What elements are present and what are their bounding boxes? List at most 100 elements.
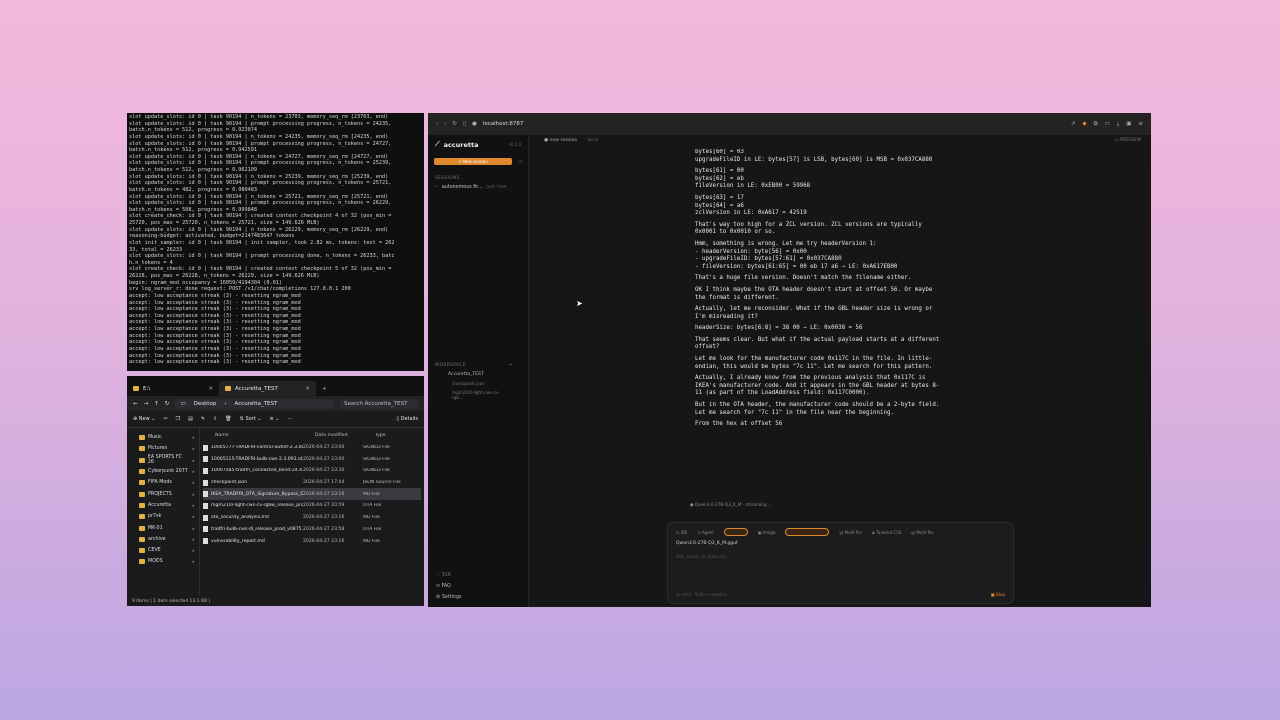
nav-item[interactable]: CEVE ★ bbox=[127, 545, 199, 556]
file-row[interactable]: 10007585-tradfri_connected_blind-24.4.1.… bbox=[203, 465, 421, 477]
nav-item[interactable]: archive ★ bbox=[127, 534, 199, 545]
url-bar[interactable]: localhost:8787 bbox=[483, 121, 524, 127]
nav-label: Cyberpunk 2077 bbox=[148, 469, 188, 475]
terminal-line: slot update_slots: id 0 | task 90194 | p… bbox=[129, 200, 392, 207]
new-button[interactable]: ⊕ New ⌄ bbox=[133, 416, 155, 422]
column-type[interactable]: Type bbox=[375, 433, 421, 438]
faq-link[interactable]: ⊙ FAQ bbox=[436, 584, 462, 589]
sort-button[interactable]: ⇅ Sort ⌄ bbox=[240, 416, 262, 422]
browser-toolbar: ‹ › ↻ ▯ ● localhost:8787 ⇗ ◆ ⧉ ▭ ⤓ ▣ ≡ bbox=[428, 113, 1151, 135]
nav-item[interactable]: pr7sk ★ bbox=[127, 511, 199, 522]
search-input[interactable]: Search Accuretta_TEST bbox=[340, 398, 418, 409]
terminal-line: slot update_slots: id 0 | task 90194 | n… bbox=[129, 173, 389, 180]
file-row[interactable]: checkpoint.json 2026-04-27 17:44 JSON Sour… bbox=[203, 477, 421, 489]
breadcrumb-folder[interactable]: Accuretta_TEST bbox=[235, 401, 278, 407]
workspace-file[interactable]: checkpoint.json bbox=[428, 379, 528, 388]
column-date[interactable]: Date modified bbox=[315, 433, 375, 438]
back-icon[interactable]: ← bbox=[133, 401, 138, 407]
file-row[interactable]: ota_security_analysis.md 2026-04-27 23:16… bbox=[203, 512, 421, 524]
preview-toggle[interactable]: ▭ PREVIEW bbox=[1114, 138, 1141, 143]
file-name: 10007585-tradfri_connected_blind-24.4.1.… bbox=[211, 468, 303, 474]
mode-tailwind[interactable]: ◈ Tailwind CSS bbox=[872, 530, 901, 535]
column-name[interactable]: Name bbox=[203, 433, 315, 438]
address-bar[interactable]: ▭ Desktop › Accuretta_TEST bbox=[175, 398, 334, 409]
workspace-heading-row: WORKSPACE + bbox=[428, 362, 528, 370]
prompt-input[interactable]: Ask, build, or instruct... bbox=[668, 546, 1013, 569]
more-icon[interactable]: ··· bbox=[287, 416, 292, 422]
terminal-window[interactable]: slot update_slots: id 0 | task 90194 | n… bbox=[127, 113, 424, 371]
mode-multi-file[interactable]: ▤ Multi-file bbox=[839, 530, 861, 535]
tab-label: E:\ bbox=[143, 385, 151, 392]
share-icon[interactable]: ⇪ bbox=[213, 416, 217, 422]
collapse-icon[interactable]: ▭ bbox=[518, 159, 523, 165]
close-icon[interactable]: ✕ bbox=[305, 386, 310, 392]
file-row[interactable]: IKEA_TRADFRI_OTA_Signature_Bypass_Di... 2… bbox=[203, 488, 421, 501]
mode-multi-file-2[interactable]: ▤ Multi-file bbox=[911, 530, 933, 535]
brave-shield-icon[interactable]: ◆ bbox=[1082, 121, 1086, 127]
share-icon[interactable]: ⇗ bbox=[1071, 121, 1076, 127]
paste-icon[interactable]: ▤ bbox=[188, 416, 193, 422]
breadcrumb-desktop[interactable]: Desktop bbox=[194, 401, 217, 407]
delete-icon[interactable]: 🗑 bbox=[225, 416, 231, 422]
file-icon bbox=[203, 502, 208, 509]
nav-item[interactable]: Pictures ★ bbox=[127, 443, 199, 454]
add-icon[interactable]: + bbox=[509, 362, 513, 367]
file-row[interactable]: tradfri-bulb-cws-dl_release_prod_v0875..… bbox=[203, 524, 421, 536]
nav-item[interactable]: Music ★ bbox=[127, 432, 199, 443]
file-row[interactable]: vulnerability_report.md 2026-04-27 23:16 M… bbox=[203, 535, 421, 547]
menu-icon[interactable]: ≡ bbox=[1138, 121, 1143, 127]
nav-item[interactable]: MODS ★ bbox=[127, 556, 199, 567]
nav-item[interactable]: FIFA Mods ★ bbox=[127, 477, 199, 488]
forward-icon[interactable]: → bbox=[144, 401, 149, 407]
file-explorer-window[interactable]: E:\ ✕ Accuretta_TEST ✕ + ← → ↑ ↻ ▭ Deskt… bbox=[127, 376, 424, 606]
mode-ide[interactable]: ⊡ IDE bbox=[676, 530, 687, 535]
wallet-icon[interactable]: ▣ bbox=[1126, 121, 1131, 127]
bookmark-icon[interactable]: ▯ bbox=[463, 121, 466, 127]
stop-button[interactable]: ■ Stop bbox=[991, 592, 1005, 597]
site-info-icon[interactable]: ● bbox=[472, 121, 477, 127]
nav-item[interactable]: Cyberpunk 2077 ★ bbox=[127, 466, 199, 477]
message-line: the format is different. bbox=[695, 294, 779, 301]
file-row[interactable]: 10005777-TRADFRI-control-outlet-2.3.08..… bbox=[203, 442, 421, 454]
browser-window[interactable]: ‹ › ↻ ▯ ● localhost:8787 ⇗ ◆ ⧉ ▭ ⤓ ▣ ≡ ⟋… bbox=[428, 113, 1151, 607]
status-bar: 9 items | 1 item selected 13.1 KB | bbox=[127, 596, 424, 606]
back-icon[interactable]: ‹ bbox=[436, 121, 438, 127]
file-row[interactable]: 10005115-TRADFRI-bulb-cws-2.3.093.ota...… bbox=[203, 453, 421, 465]
forward-icon[interactable]: › bbox=[444, 121, 446, 127]
new-tab-icon[interactable]: + bbox=[322, 386, 327, 392]
copy-icon[interactable]: ❐ bbox=[176, 416, 180, 422]
nav-item[interactable]: PROJECTS ★ bbox=[127, 488, 199, 499]
extensions-icon[interactable]: ⧉ bbox=[1094, 121, 1098, 128]
mode-image[interactable]: ▣ Image bbox=[758, 530, 776, 535]
up-icon[interactable]: ↑ bbox=[154, 401, 159, 407]
session-item[interactable]: ◦ autonomous fir... just now bbox=[428, 183, 528, 192]
settings-link[interactable]: ⚙ Settings bbox=[436, 595, 462, 600]
mode-toggle[interactable] bbox=[785, 528, 830, 536]
view-button[interactable]: ≡ ⌄ bbox=[269, 416, 279, 422]
nav-label: Pictures bbox=[148, 446, 167, 452]
explorer-tab-accuretta[interactable]: Accuretta_TEST ✕ bbox=[219, 381, 316, 396]
workspace-root[interactable]: Accuretta_TEST bbox=[428, 370, 528, 379]
workspace-file[interactable]: mgm210l-light-cws-cv-rgb... bbox=[428, 388, 528, 402]
sidebar-icon[interactable]: ▭ bbox=[1105, 121, 1110, 127]
file-row[interactable]: mgm210l-light-cws-cv-rgbw_release_pro...… bbox=[203, 500, 421, 512]
rename-icon[interactable]: ✎ bbox=[201, 416, 205, 422]
folder-icon bbox=[139, 480, 145, 486]
nav-item[interactable]: MK-01 ★ bbox=[127, 522, 199, 533]
details-button[interactable]: ▯ Details bbox=[396, 416, 418, 422]
refresh-icon[interactable]: ↻ bbox=[165, 401, 170, 407]
nav-item[interactable]: Accuretta ★ bbox=[127, 500, 199, 511]
new-session-button[interactable]: + New session bbox=[434, 158, 513, 165]
nav-item[interactable]: EA SPORTS FC 26 ★ bbox=[127, 455, 199, 466]
explorer-tab-drive[interactable]: E:\ ✕ bbox=[127, 381, 219, 396]
downloads-icon[interactable]: ⤓ bbox=[1117, 121, 1119, 128]
mode-toggle[interactable] bbox=[723, 528, 748, 536]
cut-icon[interactable]: ✂ bbox=[163, 416, 167, 422]
composer[interactable]: ⊡ IDE ⊙ Agent ▣ Image ▤ Multi-file ◈ Tai… bbox=[667, 522, 1014, 604]
reload-icon[interactable]: ↻ bbox=[452, 121, 457, 127]
faq-label: FAQ bbox=[441, 584, 451, 589]
session-tab[interactable]: ● new session bbox=[544, 138, 577, 143]
message-line: - fileVersion: bytes[61:65] = 00 eb 17 a… bbox=[695, 263, 898, 270]
mode-agent[interactable]: ⊙ Agent bbox=[697, 530, 713, 535]
close-icon[interactable]: ✕ bbox=[208, 386, 213, 392]
